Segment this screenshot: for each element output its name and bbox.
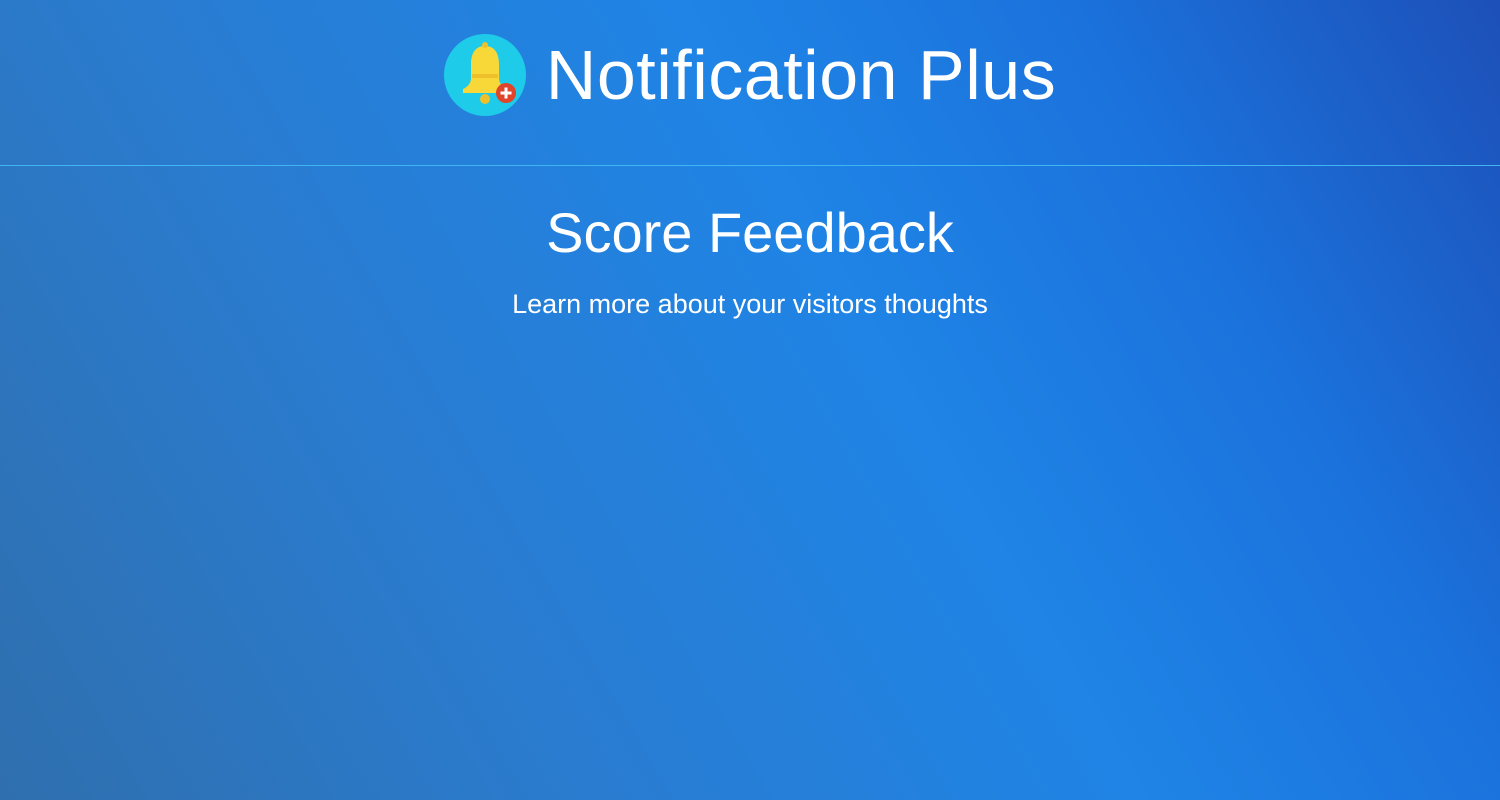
bell-plus-icon: [443, 33, 526, 116]
hero-section: Score Feedback Learn more about your vis…: [0, 166, 1500, 320]
page-subtitle: Learn more about your visitors thoughts: [512, 288, 988, 319]
page-title: Score Feedback: [546, 201, 954, 264]
app-header: Notification Plus: [0, 0, 1500, 166]
app-name: Notification Plus: [545, 35, 1057, 114]
brand: Notification Plus: [443, 33, 1057, 116]
